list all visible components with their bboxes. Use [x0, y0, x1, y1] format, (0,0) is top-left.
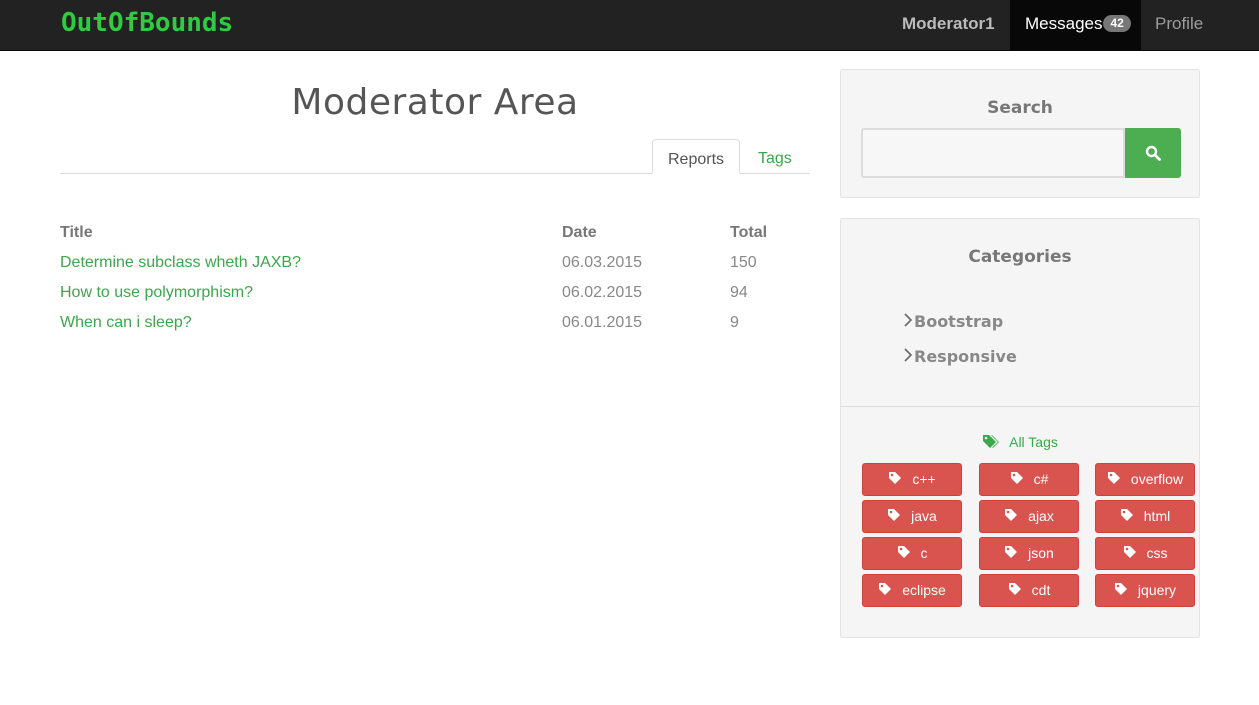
report-title-link[interactable]: When can i sleep? — [60, 314, 192, 332]
tag-icon — [1123, 546, 1136, 558]
page-title: Moderator Area — [291, 82, 579, 123]
report-total: 150 — [730, 254, 757, 271]
tabs: Reports Tags — [60, 139, 810, 174]
category-label: Responsive — [914, 347, 1017, 366]
navbar: OutOfBounds Moderator1 Messages 42 Profil… — [0, 0, 1259, 51]
tag-icon — [879, 583, 892, 595]
search-panel-title: Search — [987, 98, 1053, 118]
tag-icon — [1114, 583, 1127, 595]
tag-icon — [1120, 509, 1133, 521]
brand-logo[interactable]: OutOfBounds — [61, 8, 233, 38]
divider — [841, 406, 1199, 407]
tag-label: c# — [1033, 471, 1049, 487]
tag-button-json[interactable]: json — [979, 537, 1079, 570]
tag-button-html[interactable]: html — [1095, 500, 1195, 533]
tag-button-csharp[interactable]: c# — [979, 463, 1079, 496]
tag-label: eclipse — [902, 582, 946, 598]
report-date: 06.02.2015 — [562, 284, 643, 301]
tag-icon — [1005, 509, 1018, 521]
tag-button-css[interactable]: css — [1095, 537, 1195, 570]
categories-title: Categories — [968, 247, 1072, 267]
report-date: 06.03.2015 — [562, 254, 643, 271]
report-total: 94 — [730, 284, 748, 301]
search-icon — [1145, 145, 1161, 161]
table-row: When can i sleep? 06.01.2015 9 — [60, 314, 810, 344]
tag-icon — [897, 546, 910, 558]
tag-icon — [888, 509, 901, 521]
category-label: Bootstrap — [914, 312, 1004, 331]
tag-label: c — [920, 545, 928, 561]
tag-icon — [1005, 546, 1018, 558]
tag-icon — [1010, 472, 1023, 484]
search-button[interactable] — [1125, 128, 1181, 178]
chevron-right-icon — [903, 312, 913, 331]
tag-icon — [1008, 583, 1021, 595]
tag-label: json — [1028, 545, 1054, 561]
nav-messages[interactable]: Messages 42 — [1010, 0, 1141, 50]
search-panel: Search — [840, 69, 1200, 198]
tab-reports[interactable]: Reports — [652, 139, 741, 174]
tag-label: java — [911, 508, 937, 524]
tag-button-jquery[interactable]: jquery — [1095, 574, 1195, 607]
table-row: Determine subclass wheth JAXB? 06.03.201… — [60, 254, 810, 284]
tag-icon — [1107, 472, 1120, 484]
tag-button-overflow[interactable]: overflow — [1095, 463, 1195, 496]
all-tags-label: All Tags — [1009, 434, 1058, 450]
chevron-right-icon — [903, 347, 913, 366]
all-tags-link[interactable]: All Tags — [841, 434, 1199, 450]
messages-count-badge: 42 — [1103, 15, 1131, 33]
report-date: 06.01.2015 — [562, 314, 643, 331]
report-title-link[interactable]: How to use polymorphism? — [60, 284, 253, 302]
tag-label: css — [1146, 545, 1168, 561]
tag-button-java[interactable]: java — [862, 500, 962, 533]
categories-panel: Categories Bootstrap Responsive All Tags… — [840, 218, 1200, 638]
tag-label: ajax — [1028, 508, 1054, 524]
tag-button-ajax[interactable]: ajax — [979, 500, 1079, 533]
tag-label: overflow — [1130, 471, 1184, 487]
nav-user[interactable]: Moderator1 — [902, 0, 995, 50]
nav-profile[interactable]: Profile — [1155, 0, 1203, 50]
tag-icon — [889, 472, 902, 484]
tag-label: cdt — [1031, 582, 1051, 598]
category-item-bootstrap[interactable]: Bootstrap — [903, 312, 1003, 331]
search-input[interactable] — [861, 128, 1125, 178]
tag-button-cdt[interactable]: cdt — [979, 574, 1079, 607]
table-row: How to use polymorphism? 06.02.2015 94 — [60, 284, 810, 314]
category-item-responsive[interactable]: Responsive — [903, 347, 1017, 366]
nav-messages-label: Messages — [1025, 14, 1103, 33]
column-header-total: Total — [730, 224, 768, 241]
column-header-date: Date — [562, 224, 597, 241]
column-header-title: Title — [60, 224, 93, 241]
tag-label: c++ — [912, 471, 936, 487]
tag-button-c[interactable]: c — [862, 537, 962, 570]
tab-tags[interactable]: Tags — [743, 139, 807, 174]
tags-icon — [983, 435, 1000, 449]
tag-button-cpp[interactable]: c++ — [862, 463, 962, 496]
tag-button-eclipse[interactable]: eclipse — [862, 574, 962, 607]
report-total: 9 — [730, 314, 739, 331]
tag-label: jquery — [1137, 582, 1177, 598]
report-title-link[interactable]: Determine subclass wheth JAXB? — [60, 254, 301, 272]
tag-label: html — [1143, 508, 1171, 524]
